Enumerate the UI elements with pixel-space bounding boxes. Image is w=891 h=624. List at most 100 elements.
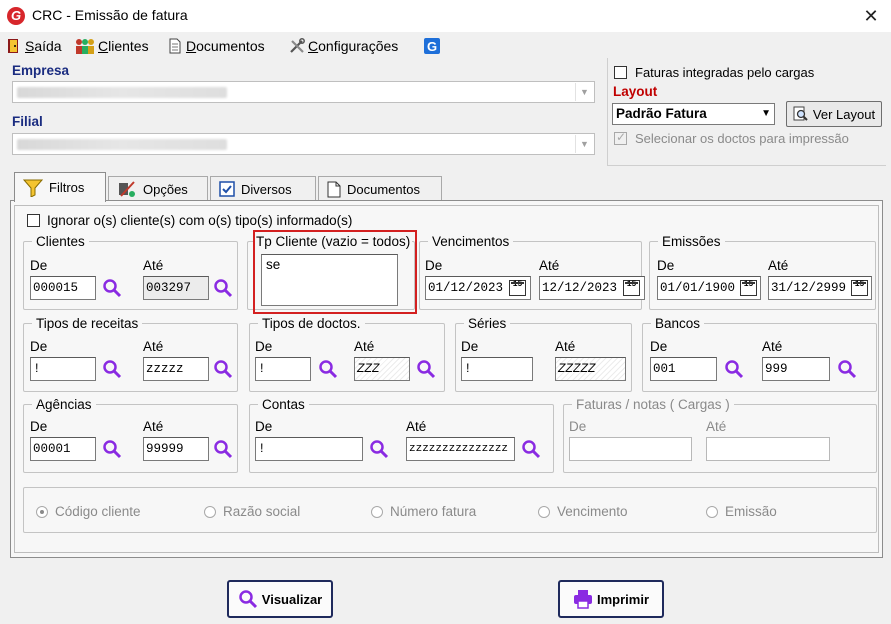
faturas-notas-ate-input bbox=[706, 437, 830, 461]
bancos-de-input[interactable]: 001 bbox=[650, 357, 717, 381]
tab-opcoes[interactable]: Opções bbox=[108, 176, 208, 201]
tab-documentos[interactable]: Documentos bbox=[318, 176, 442, 201]
contas-group: Contas bbox=[249, 397, 554, 473]
search-icon[interactable] bbox=[213, 359, 233, 379]
menu-documentos[interactable]: Documentos bbox=[167, 36, 265, 56]
printer-icon bbox=[573, 590, 592, 609]
layout-label: Layout bbox=[613, 84, 658, 99]
selecionar-doctos-checkbox bbox=[614, 130, 627, 145]
radio-codigo-cliente: Código cliente bbox=[36, 504, 141, 519]
visualizar-button[interactable]: Visualizar bbox=[227, 580, 333, 618]
faturas-notas-group: Faturas / notas ( Cargas ) bbox=[563, 397, 877, 473]
search-icon[interactable] bbox=[102, 439, 122, 459]
empresa-combo[interactable]: ▼ bbox=[12, 81, 595, 103]
tools-icon bbox=[290, 38, 305, 53]
emissoes-de-input[interactable]: 01/01/1900 15 bbox=[657, 276, 761, 300]
radio-vencimento: Vencimento bbox=[538, 504, 628, 519]
contas-de-input[interactable]: ! bbox=[255, 437, 363, 461]
vencimentos-de-label: De bbox=[425, 258, 443, 273]
tab-filtros[interactable]: Filtros bbox=[14, 172, 106, 202]
bancos-ate-input[interactable]: 999 bbox=[762, 357, 830, 381]
tp-cliente-input[interactable]: se bbox=[261, 254, 398, 306]
chevron-down-icon[interactable]: ▼ bbox=[575, 135, 593, 153]
menu-bar: Saída Clientes Documentos Configurações … bbox=[0, 32, 891, 58]
menu-app-icon[interactable]: G bbox=[424, 36, 440, 56]
vencimentos-ate-input[interactable]: 12/12/2023 15 bbox=[539, 276, 645, 300]
search-icon bbox=[239, 590, 257, 609]
app-g-icon: G bbox=[424, 38, 440, 54]
ignorar-clientes-checkbox[interactable] bbox=[27, 214, 40, 227]
tipos-doctos-de-label: De bbox=[255, 339, 273, 354]
clientes-ate-input[interactable]: 003297 bbox=[143, 276, 209, 300]
agencias-de-label: De bbox=[30, 419, 48, 434]
checkbox-checked-icon bbox=[219, 181, 235, 197]
ignorar-clientes-option[interactable]: Ignorar o(s) cliente(s) com o(s) tipo(s)… bbox=[27, 213, 352, 228]
faturas-integradas-option[interactable]: Faturas integradas pelo cargas bbox=[614, 65, 814, 80]
menu-configuracoes[interactable]: Configurações bbox=[289, 36, 398, 56]
search-icon[interactable] bbox=[213, 278, 233, 298]
search-icon[interactable] bbox=[521, 439, 541, 459]
chevron-down-icon: ▼ bbox=[761, 108, 771, 119]
clientes-ate-label: Até bbox=[143, 258, 164, 273]
search-icon[interactable] bbox=[102, 359, 122, 379]
empresa-label: Empresa bbox=[12, 63, 70, 78]
filter-funnel-icon bbox=[23, 179, 43, 197]
ver-layout-button[interactable]: Ver Layout bbox=[786, 101, 882, 127]
people-icon bbox=[76, 39, 94, 54]
selecionar-doctos-option: Selecionar os doctos para impressão bbox=[614, 130, 849, 146]
faturas-notas-ate-label: Até bbox=[706, 419, 727, 434]
clientes-de-input[interactable]: 000015 bbox=[30, 276, 96, 300]
calendar-icon[interactable]: 15 bbox=[509, 280, 526, 296]
close-icon[interactable]: ✕ bbox=[858, 3, 884, 29]
menu-saida[interactable]: Saída bbox=[6, 36, 62, 56]
faturas-notas-de-label: De bbox=[569, 419, 587, 434]
layout-select[interactable]: Padrão Fatura ▼ bbox=[612, 103, 775, 125]
tipos-receitas-ate-input[interactable]: zzzzz bbox=[143, 357, 209, 381]
search-icon[interactable] bbox=[724, 359, 744, 379]
contas-de-label: De bbox=[255, 419, 273, 434]
search-icon[interactable] bbox=[837, 359, 857, 379]
bancos-ate-label: Até bbox=[762, 339, 783, 354]
agencias-group: Agências bbox=[23, 397, 238, 473]
tipos-receitas-ate-label: Até bbox=[143, 339, 164, 354]
radio-razao-social: Razão social bbox=[204, 504, 300, 519]
exit-door-icon bbox=[8, 39, 18, 53]
search-icon[interactable] bbox=[416, 359, 436, 379]
svg-text:G: G bbox=[427, 39, 437, 54]
tipos-receitas-de-label: De bbox=[30, 339, 48, 354]
contas-ate-label: Até bbox=[406, 419, 427, 434]
tipos-doctos-de-input[interactable]: ! bbox=[255, 357, 311, 381]
search-icon[interactable] bbox=[213, 439, 233, 459]
emissoes-de-label: De bbox=[657, 258, 675, 273]
series-de-input[interactable]: ! bbox=[461, 357, 533, 381]
clientes-de-label: De bbox=[30, 258, 48, 273]
series-ate-input[interactable]: ZZZZZ bbox=[555, 357, 626, 381]
agencias-de-input[interactable]: 00001 bbox=[30, 437, 96, 461]
tipos-receitas-de-input[interactable]: ! bbox=[30, 357, 96, 381]
tab-diversos[interactable]: Diversos bbox=[210, 176, 316, 201]
calendar-icon[interactable]: 15 bbox=[623, 280, 640, 296]
faturas-integradas-checkbox[interactable] bbox=[614, 66, 627, 79]
window-title: CRC - Emissão de fatura bbox=[32, 7, 188, 23]
agencias-ate-input[interactable]: 99999 bbox=[143, 437, 209, 461]
series-de-label: De bbox=[461, 339, 479, 354]
imprimir-button[interactable]: Imprimir bbox=[558, 580, 664, 618]
emissoes-ate-input[interactable]: 31/12/2999 15 bbox=[768, 276, 872, 300]
calendar-icon[interactable]: 15 bbox=[740, 280, 757, 296]
tipos-doctos-ate-label: Até bbox=[354, 339, 375, 354]
search-icon[interactable] bbox=[318, 359, 338, 379]
menu-clientes[interactable]: Clientes bbox=[75, 36, 149, 56]
app-logo-icon: G bbox=[7, 7, 25, 25]
vencimentos-de-input[interactable]: 01/12/2023 15 bbox=[425, 276, 531, 300]
bancos-de-label: De bbox=[650, 339, 668, 354]
radio-emissao: Emissão bbox=[706, 504, 777, 519]
contas-ate-input[interactable]: zzzzzzzzzzzzzzz bbox=[406, 437, 515, 461]
search-icon[interactable] bbox=[102, 278, 122, 298]
filial-combo[interactable]: ▼ bbox=[12, 133, 595, 155]
emissoes-ate-label: Até bbox=[768, 258, 789, 273]
magnifier-page-icon bbox=[793, 106, 808, 121]
calendar-icon[interactable]: 15 bbox=[851, 280, 868, 296]
search-icon[interactable] bbox=[369, 439, 389, 459]
tipos-doctos-ate-input[interactable]: ZZZ bbox=[354, 357, 410, 381]
chevron-down-icon[interactable]: ▼ bbox=[575, 83, 593, 101]
